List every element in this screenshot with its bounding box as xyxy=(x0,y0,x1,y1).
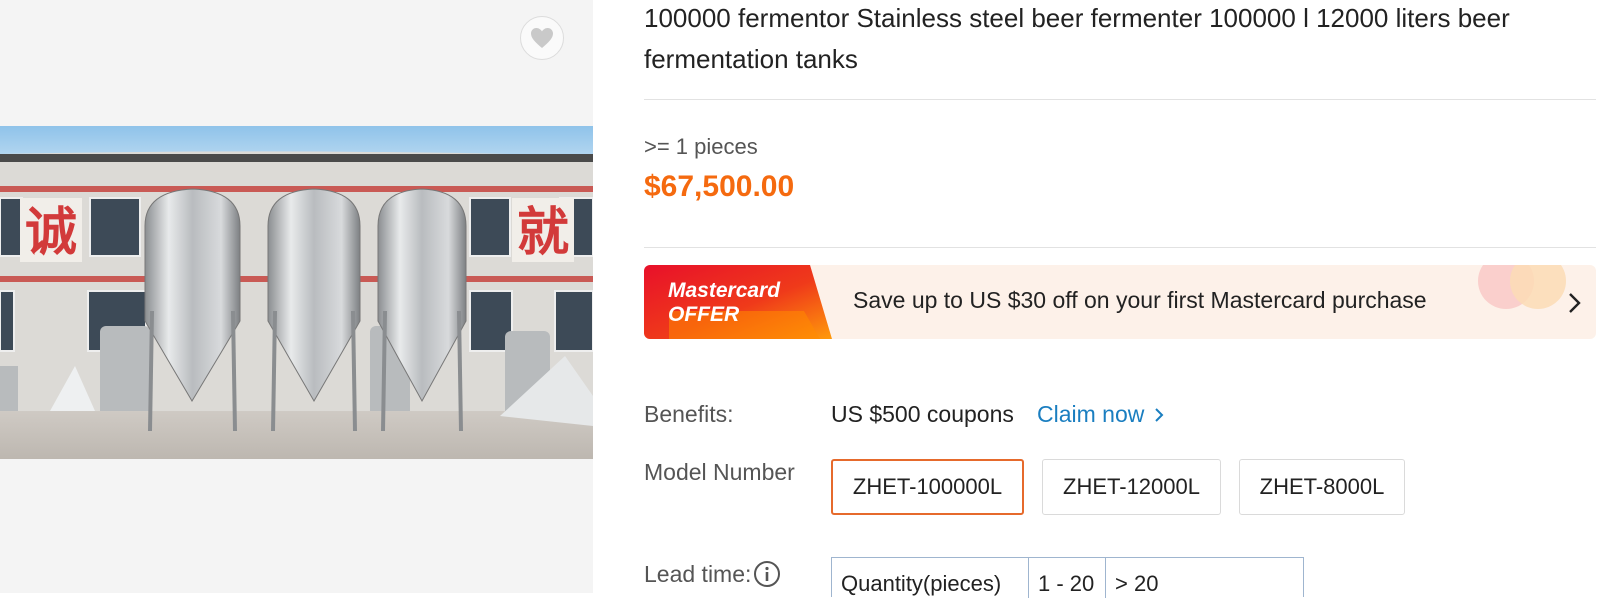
min-order-quantity: >= 1 pieces xyxy=(644,134,758,159)
claim-now-label: Claim now xyxy=(1037,401,1145,427)
divider xyxy=(644,247,1596,248)
model-option-zhet-12000l[interactable]: ZHET-12000L xyxy=(1042,459,1221,515)
favorite-button[interactable] xyxy=(520,16,564,60)
mastercard-offer-badge-text: Mastercard OFFER xyxy=(668,279,780,327)
info-icon[interactable] xyxy=(753,560,781,588)
product-price: $67,500.00 xyxy=(644,170,795,203)
heart-icon xyxy=(531,28,553,48)
mastercard-logo-decoration xyxy=(1478,265,1566,309)
badge-line-1: Mastercard xyxy=(668,279,781,302)
chevron-right-icon[interactable] xyxy=(1564,290,1584,316)
lead-time-range-1: 1 - 20 xyxy=(1029,558,1106,598)
benefits-value: US $500 coupons xyxy=(831,401,1014,427)
lead-time-label: Lead time: xyxy=(644,560,781,588)
chevron-right-icon xyxy=(1155,407,1164,422)
lead-time-range-2: > 20 xyxy=(1115,571,1159,596)
lead-time-table: Quantity(pieces) 1 - 20 > 20 xyxy=(831,557,1304,598)
mastercard-promo-banner[interactable]: Mastercard OFFER Save up to US $30 off o… xyxy=(644,265,1596,339)
lead-time-header-quantity: Quantity(pieces) xyxy=(832,558,1029,598)
product-gallery: 诚 就 xyxy=(0,0,593,593)
claim-now-link[interactable]: Claim now xyxy=(1037,401,1164,428)
divider xyxy=(644,99,1596,100)
promo-text: Save up to US $30 off on your first Mast… xyxy=(853,287,1427,313)
model-number-label: Model Number xyxy=(644,459,795,485)
model-option-zhet-100000l[interactable]: ZHET-100000L xyxy=(831,459,1024,515)
product-image[interactable]: 诚 就 xyxy=(0,126,593,459)
product-title: 100000 fermentor Stainless steel beer fe… xyxy=(644,3,1510,74)
sign-char-2: 就 xyxy=(517,203,569,263)
model-option-zhet-8000l[interactable]: ZHET-8000L xyxy=(1239,459,1405,515)
benefits-label: Benefits: xyxy=(644,401,734,427)
sign-char-1: 诚 xyxy=(25,203,77,263)
lead-time-label-text: Lead time: xyxy=(644,560,752,587)
badge-line-2: OFFER xyxy=(668,303,740,326)
